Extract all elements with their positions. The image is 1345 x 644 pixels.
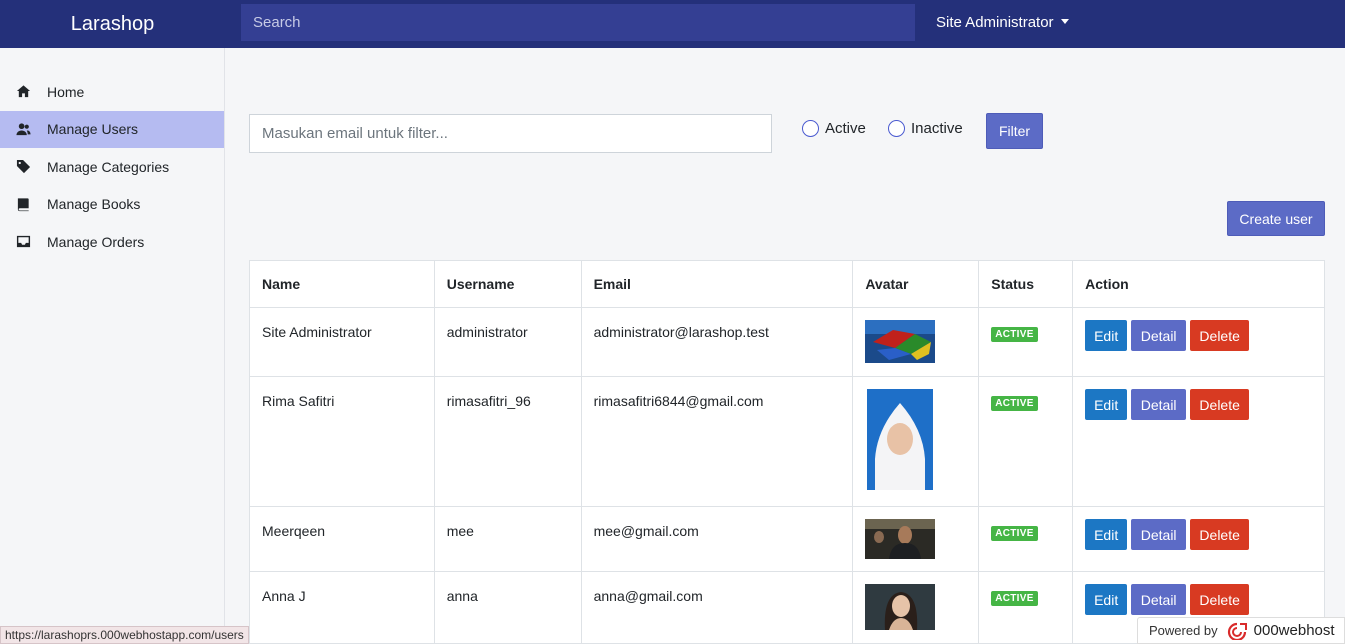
cell-avatar xyxy=(852,506,980,572)
radio-active-label: Active xyxy=(825,120,866,137)
cell-email: administrator@larashop.test xyxy=(580,307,854,377)
cell-name: Anna J xyxy=(249,571,435,644)
powered-by-text: Powered by xyxy=(1149,623,1218,638)
status-badge: ACTIVE xyxy=(991,591,1038,606)
cell-name: Meerqeen xyxy=(249,506,435,572)
edit-button[interactable]: Edit xyxy=(1085,320,1128,351)
status-badge: ACTIVE xyxy=(991,327,1038,342)
table-header-row: Name Username Email Avatar Status Action xyxy=(249,260,1325,308)
000webhost-logo-icon xyxy=(1227,622,1247,640)
radio-circle[interactable] xyxy=(888,120,905,137)
edit-button[interactable]: Edit xyxy=(1085,519,1128,550)
column-header-email: Email xyxy=(580,260,854,308)
cell-username: administrator xyxy=(433,307,582,377)
home-icon xyxy=(16,84,31,99)
table-row: Meerqeen mee mee@gmail.com ACTIVE Edit D… xyxy=(249,506,1325,572)
sidebar-item-manage-books[interactable]: Manage Books xyxy=(0,186,224,224)
delete-button[interactable]: Delete xyxy=(1190,320,1250,351)
cell-email: mee@gmail.com xyxy=(580,506,854,572)
cell-status: ACTIVE xyxy=(978,376,1074,507)
detail-button[interactable]: Detail xyxy=(1131,389,1187,420)
browser-status-url: https://larashoprs.000webhostapp.com/use… xyxy=(0,626,249,644)
filter-button[interactable]: Filter xyxy=(986,113,1043,149)
cell-email: anna@gmail.com xyxy=(580,571,854,644)
table-row: Site Administrator administrator adminis… xyxy=(249,307,1325,377)
column-header-name: Name xyxy=(249,260,435,308)
book-icon xyxy=(16,197,31,212)
status-badge: ACTIVE xyxy=(991,526,1038,541)
cell-action: Edit Detail Delete xyxy=(1072,506,1325,572)
column-header-status: Status xyxy=(978,260,1074,308)
avatar-image xyxy=(865,320,936,363)
cell-action: Edit Detail Delete xyxy=(1072,376,1325,507)
sidebar-item-manage-orders[interactable]: Manage Orders xyxy=(0,223,224,261)
cell-username: mee xyxy=(433,506,582,572)
column-header-avatar: Avatar xyxy=(852,260,980,308)
avatar-image xyxy=(867,389,934,490)
edit-button[interactable]: Edit xyxy=(1085,584,1128,615)
cell-name: Rima Safitri xyxy=(249,376,435,507)
cell-username: anna xyxy=(433,571,582,644)
detail-button[interactable]: Detail xyxy=(1131,320,1187,351)
user-name: Site Administrator xyxy=(936,14,1054,31)
cell-avatar xyxy=(852,307,980,377)
cell-status: ACTIVE xyxy=(978,506,1074,572)
radio-active[interactable]: Active xyxy=(802,120,866,137)
column-header-username: Username xyxy=(433,260,582,308)
sidebar-item-label: Home xyxy=(47,83,85,100)
inbox-icon xyxy=(16,234,31,249)
detail-button[interactable]: Detail xyxy=(1131,519,1187,550)
delete-button[interactable]: Delete xyxy=(1190,519,1250,550)
edit-button[interactable]: Edit xyxy=(1085,389,1128,420)
brand-logo[interactable]: Larashop xyxy=(0,13,225,36)
sidebar: Home Manage Users Manage Categories Mana… xyxy=(0,48,225,644)
email-filter-input[interactable]: Masukan email untuk filter... xyxy=(249,114,772,153)
avatar-image xyxy=(865,584,936,630)
tag-icon xyxy=(16,159,31,174)
cell-status: ACTIVE xyxy=(978,307,1074,377)
cell-username: rimasafitri_96 xyxy=(433,376,582,507)
users-icon xyxy=(16,122,31,137)
delete-button[interactable]: Delete xyxy=(1190,584,1250,615)
cell-status: ACTIVE xyxy=(978,571,1074,644)
radio-inactive-label: Inactive xyxy=(911,120,963,137)
cell-avatar xyxy=(852,571,980,644)
status-badge: ACTIVE xyxy=(991,396,1038,411)
user-menu-dropdown[interactable]: Site Administrator xyxy=(936,14,1069,31)
sidebar-item-home[interactable]: Home xyxy=(0,73,224,111)
sidebar-item-manage-users[interactable]: Manage Users xyxy=(0,110,224,148)
cell-action: Edit Detail Delete xyxy=(1072,307,1325,377)
chevron-down-icon xyxy=(1060,19,1069,24)
search-input[interactable]: Search xyxy=(241,4,915,41)
powered-by-host: 000webhost xyxy=(1253,622,1335,639)
users-table: Name Username Email Avatar Status Action… xyxy=(249,260,1325,644)
radio-circle[interactable] xyxy=(802,120,819,137)
detail-button[interactable]: Detail xyxy=(1131,584,1187,615)
cell-email: rimasafitri6844@gmail.com xyxy=(580,376,854,507)
cell-name: Site Administrator xyxy=(249,307,435,377)
sidebar-item-label: Manage Users xyxy=(47,121,139,138)
sidebar-item-label: Manage Orders xyxy=(47,233,145,250)
column-header-action: Action xyxy=(1072,260,1325,308)
top-navbar: Larashop Search Site Administrator xyxy=(0,0,1345,48)
delete-button[interactable]: Delete xyxy=(1190,389,1250,420)
avatar-image xyxy=(865,519,936,559)
sidebar-item-label: Manage Categories xyxy=(47,158,170,175)
radio-inactive[interactable]: Inactive xyxy=(888,120,963,137)
sidebar-item-manage-categories[interactable]: Manage Categories xyxy=(0,148,224,186)
powered-by-badge[interactable]: Powered by 000webhost xyxy=(1137,617,1345,644)
sidebar-item-label: Manage Books xyxy=(47,196,141,213)
create-user-button[interactable]: Create user xyxy=(1227,201,1325,236)
table-row: Rima Safitri rimasafitri_96 rimasafitri6… xyxy=(249,376,1325,507)
cell-avatar xyxy=(852,376,980,507)
